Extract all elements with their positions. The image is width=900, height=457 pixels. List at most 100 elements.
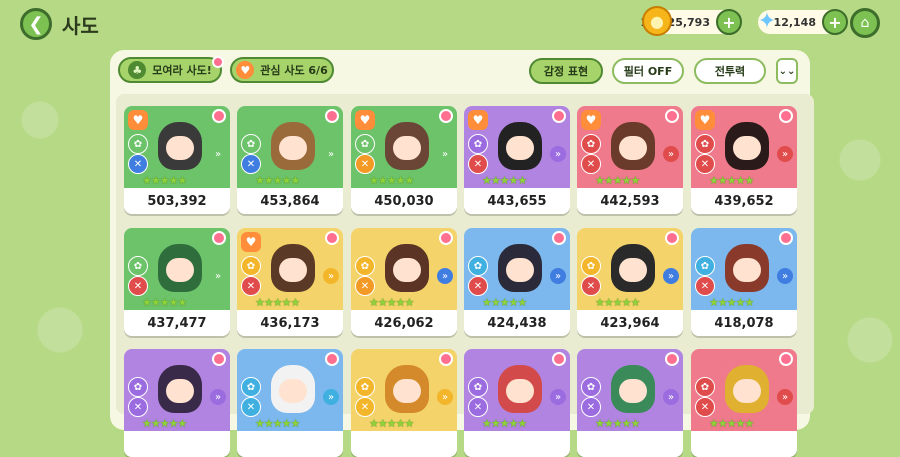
collect-button[interactable]: ♣ 모여라 사도! [118,57,222,83]
character-card[interactable]: ✿ ✕ » ★★★★★ 426,062 [351,228,457,336]
home-icon: ⌂ [860,15,870,31]
character-face [166,379,194,403]
star-rating-icon: ★★★★★ [369,417,414,430]
class-icon: ✕ [581,397,601,417]
character-face [506,379,534,403]
star-rating-icon: ★★★★★ [369,296,414,309]
flower-badge-icon [212,231,226,245]
character-card[interactable]: ✿ ✕ » ★★★★★ [124,349,230,457]
character-face [279,379,307,403]
star-rating-icon: ★★★★★ [595,174,640,187]
character-face [733,379,761,403]
combat-power: 503,392 [124,188,230,214]
sort-power-button[interactable]: 전투력 [694,58,766,84]
attribute-icon: ✿ [355,377,375,397]
filter-label: 필터 OFF [623,65,673,78]
character-card[interactable]: ♥ ✿ ✕ » ★★★★★ 443,655 [464,106,570,214]
combat-power: 453,864 [237,188,343,214]
back-button[interactable]: ❮ [20,8,52,40]
flower-badge-icon [212,109,226,123]
attribute-icon: ✿ [695,377,715,397]
character-card[interactable]: ✿ ✕ » ★★★★★ 423,964 [577,228,683,336]
character-card[interactable]: ♥ ✿ ✕ » ★★★★★ 503,392 [124,106,230,214]
filter-button[interactable]: 필터 OFF [612,58,684,84]
star-rating-icon: ★★★★★ [142,417,187,430]
character-card[interactable]: ✿ ✕ » ★★★★★ [691,349,797,457]
role-arrow-icon: » [210,389,226,405]
character-face [619,136,647,160]
role-arrow-icon: » [777,389,793,405]
combat-power [691,431,797,457]
home-button[interactable]: ⌂ [850,8,880,38]
role-arrow-icon: » [550,146,566,162]
character-face [393,379,421,403]
emotion-button[interactable]: 감정 표현 [529,58,603,84]
character-card[interactable]: ✿ ✕ » ★★★★★ [351,349,457,457]
star-rating-icon: ★★★★★ [255,417,300,430]
character-face [393,258,421,282]
sort-order-button[interactable]: ⌄⌄ [776,58,798,84]
add-gold-button[interactable]: + [716,9,742,35]
role-arrow-icon: » [323,389,339,405]
gold-counter: ● 11,025,793 + [640,6,742,36]
character-face [619,379,647,403]
flower-badge-icon [665,352,679,366]
star-rating-icon: ★★★★★ [255,296,300,309]
class-icon: ✕ [355,154,375,174]
flower-badge-icon [212,352,226,366]
class-icon: ✕ [695,154,715,174]
flower-badge-icon [665,231,679,245]
favorite-filter-button[interactable]: ♥ 관심 사도 6/6 [230,57,334,83]
leaf-icon: ♣ [128,61,147,79]
flower-badge-icon [552,352,566,366]
character-card[interactable]: ♥ ✿ ✕ » ★★★★★ 439,652 [691,106,797,214]
character-card[interactable]: ✿ ✕ » ★★★★★ 437,477 [124,228,230,336]
heart-icon: ♥ [236,61,255,79]
gem-counter: ✦ 12,148 + [758,9,848,35]
attribute-icon: ✿ [695,256,715,276]
double-chevron-down-icon: ⌄⌄ [778,65,796,77]
character-card[interactable]: ✿ ✕ » ★★★★★ 424,438 [464,228,570,336]
character-card[interactable]: ✿ ✕ » ★★★★★ [577,349,683,457]
role-arrow-icon: » [210,268,226,284]
character-card[interactable]: ✿ ✕ » ★★★★★ [464,349,570,457]
role-arrow-icon: » [210,146,226,162]
combat-power [577,431,683,457]
combat-power [237,431,343,457]
combat-power [124,431,230,457]
character-face [506,136,534,160]
role-arrow-icon: » [437,268,453,284]
attribute-icon: ✿ [355,134,375,154]
flower-badge-icon [779,109,793,123]
character-card[interactable]: ✿ ✕ » ★★★★★ 453,864 [237,106,343,214]
attribute-icon: ✿ [241,377,261,397]
class-icon: ✕ [695,276,715,296]
combat-power: 439,652 [691,188,797,214]
favorite-heart-icon: ♥ [355,110,375,130]
sort-power-label: 전투력 [714,65,746,78]
attribute-icon: ✿ [128,256,148,276]
flower-badge-icon [439,231,453,245]
combat-power: 442,593 [577,188,683,214]
emotion-label: 감정 표현 [543,65,589,78]
attribute-icon: ✿ [128,134,148,154]
star-rating-icon: ★★★★★ [595,296,640,309]
class-icon: ✕ [241,154,261,174]
attribute-icon: ✿ [581,256,601,276]
add-gem-button[interactable]: + [822,9,848,35]
role-arrow-icon: » [437,389,453,405]
character-card[interactable]: ✿ ✕ » ★★★★★ 418,078 [691,228,797,336]
character-face [506,258,534,282]
character-face [279,258,307,282]
favorite-heart-icon: ♥ [128,110,148,130]
character-card[interactable]: ♥ ✿ ✕ » ★★★★★ 436,173 [237,228,343,336]
collect-label: 모여라 사도! [152,64,212,77]
character-card[interactable]: ✿ ✕ » ★★★★★ [237,349,343,457]
role-arrow-icon: » [550,268,566,284]
star-rating-icon: ★★★★★ [709,296,754,309]
flower-badge-icon [439,352,453,366]
favorite-heart-icon: ♥ [241,232,261,252]
combat-power: 418,078 [691,310,797,336]
character-card[interactable]: ♥ ✿ ✕ » ★★★★★ 450,030 [351,106,457,214]
character-card[interactable]: ♥ ✿ ✕ » ★★★★★ 442,593 [577,106,683,214]
